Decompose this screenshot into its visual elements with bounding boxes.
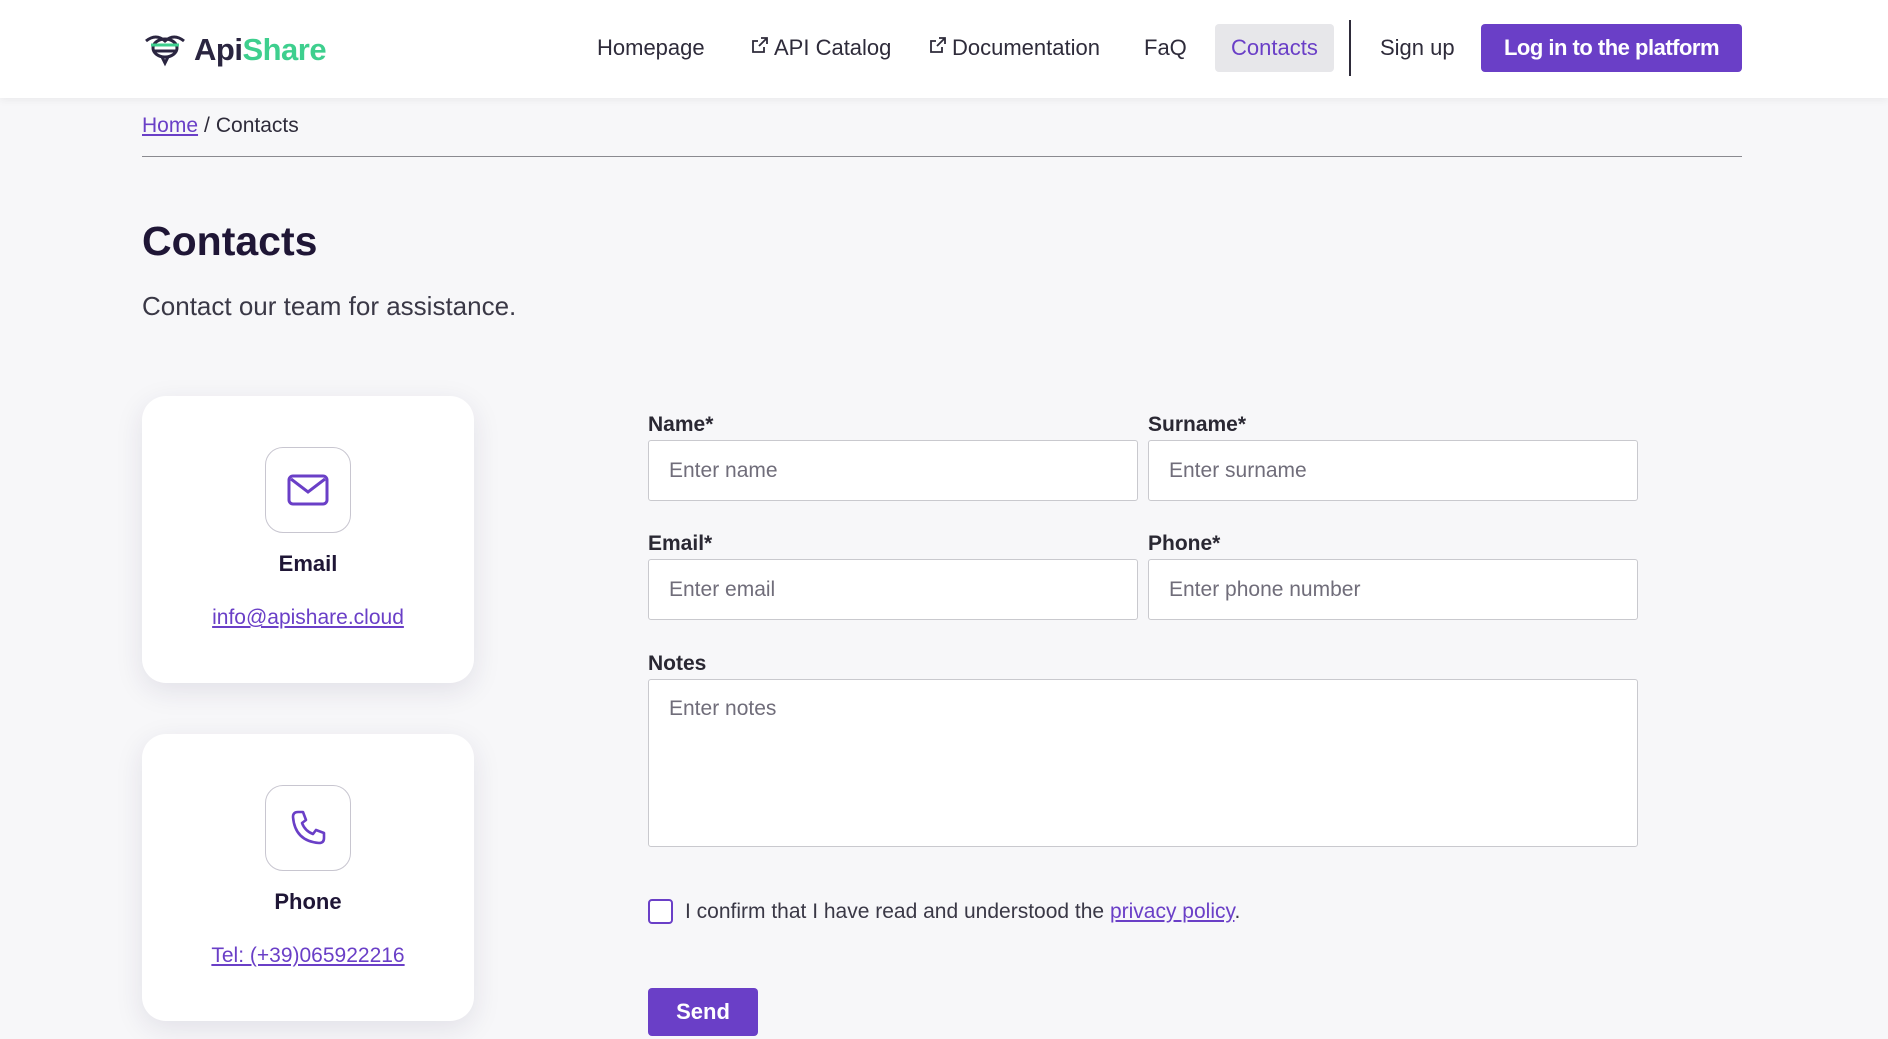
login-button[interactable]: Log in to the platform <box>1481 24 1742 72</box>
privacy-consent: I confirm that I have read and understoo… <box>648 899 1240 924</box>
nav-api-catalog[interactable]: API Catalog <box>734 24 907 72</box>
phone-link[interactable]: Tel: (+39)065922216 <box>142 944 474 968</box>
email-input[interactable] <box>648 559 1138 620</box>
mail-icon <box>265 447 351 533</box>
email-link[interactable]: info@apishare.cloud <box>142 606 474 630</box>
nav-faq[interactable]: FaQ <box>1128 24 1203 72</box>
privacy-checkbox[interactable] <box>648 899 673 924</box>
consent-text: I confirm that I have read and understoo… <box>685 899 1241 923</box>
phone-card: Phone Tel: (+39)065922216 <box>142 734 474 1021</box>
phone-label: Phone* <box>1148 532 1221 555</box>
email-label: Email* <box>648 532 713 555</box>
notes-textarea[interactable] <box>648 679 1638 847</box>
page-title: Contacts <box>142 218 318 264</box>
page-subtitle: Contact our team for assistance. <box>142 291 517 321</box>
nav-signup[interactable]: Sign up <box>1364 24 1471 72</box>
notes-label: Notes <box>648 652 707 675</box>
email-card: Email info@apishare.cloud <box>142 396 474 683</box>
external-link-icon <box>750 35 770 61</box>
phone-card-label: Phone <box>274 889 342 914</box>
surname-label: Surname* <box>1148 413 1247 436</box>
top-header: ApiShare Homepage API Catalog Documentat… <box>0 0 1888 98</box>
breadcrumb-current: Contacts <box>215 114 299 137</box>
nav-homepage[interactable]: Homepage <box>581 24 721 72</box>
name-label: Name* <box>648 413 714 436</box>
surname-input[interactable] <box>1148 440 1638 501</box>
phone-input[interactable] <box>1148 559 1638 620</box>
breadcrumb-separator: / <box>204 114 210 137</box>
external-link-icon <box>928 35 948 61</box>
email-card-label: Email <box>278 551 338 576</box>
privacy-policy-link[interactable]: privacy policy <box>1110 900 1234 923</box>
nav-divider <box>1349 20 1351 76</box>
nav-documentation[interactable]: Documentation <box>912 24 1116 72</box>
nav-contacts[interactable]: Contacts <box>1215 24 1334 72</box>
name-input[interactable] <box>648 440 1138 501</box>
breadcrumb-home[interactable]: Home <box>142 114 198 138</box>
main-nav: Homepage API Catalog Documentation FaQ C… <box>0 20 1888 76</box>
breadcrumb-divider <box>142 156 1742 157</box>
phone-icon <box>265 785 351 871</box>
send-button[interactable]: Send <box>648 988 758 1036</box>
breadcrumb: Home / Contacts <box>142 114 299 138</box>
